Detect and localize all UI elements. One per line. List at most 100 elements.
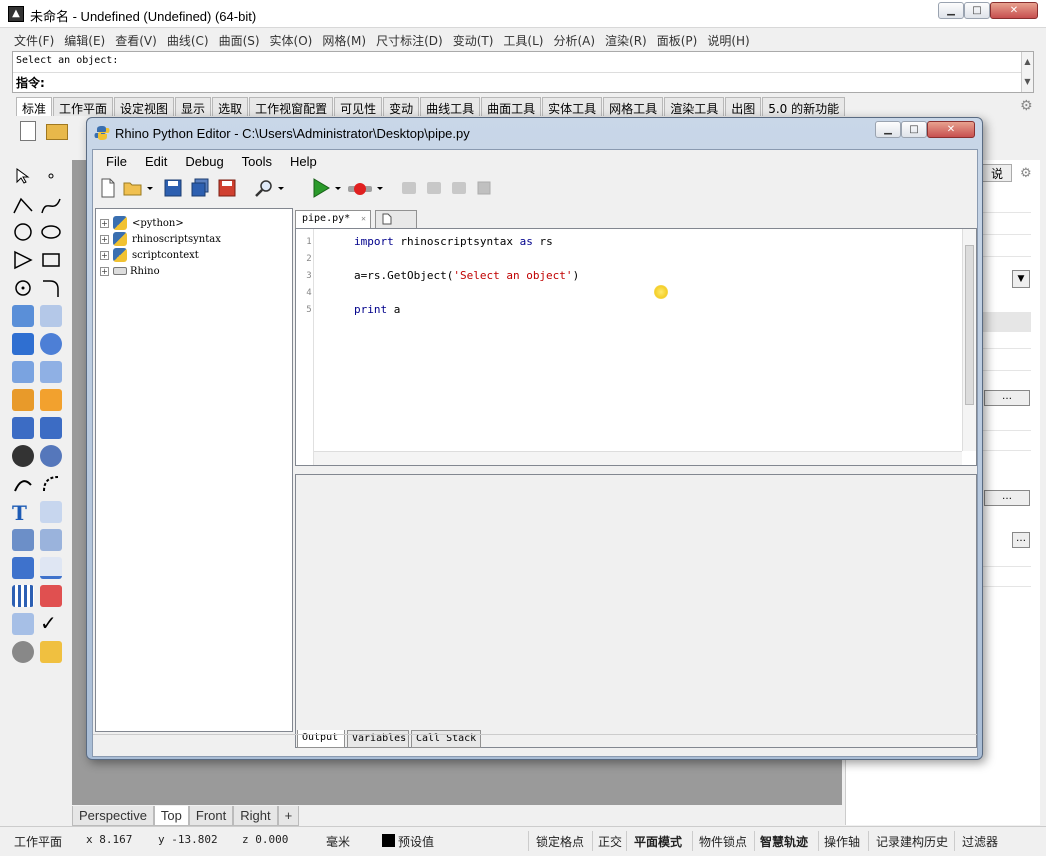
surface-corner-icon[interactable] [12, 305, 34, 327]
viewport-tab-right[interactable]: Right [233, 806, 278, 826]
expand-icon[interactable]: + [100, 234, 109, 244]
tab-solid-tools[interactable]: 实体工具 [542, 97, 603, 116]
tree-item-scriptcontext[interactable]: + scriptcontext [100, 247, 199, 263]
menu-surface[interactable]: 曲面(S) [214, 29, 265, 52]
editor-menu-debug[interactable]: Debug [176, 150, 232, 173]
menu-solid[interactable]: 实体(O) [265, 29, 318, 52]
editor-close-button[interactable]: ✕ [927, 121, 975, 138]
cylinder-solid-icon[interactable] [12, 361, 34, 383]
browse-button[interactable]: … [1012, 532, 1030, 548]
toggle-osnap[interactable]: 物件锁点 [699, 833, 747, 850]
box-solid-icon[interactable] [12, 333, 34, 355]
step-out-icon[interactable] [449, 178, 469, 198]
tab-viewport-layout[interactable]: 工作视窗配置 [249, 97, 334, 116]
history-icon[interactable] [40, 585, 62, 607]
debug-icon[interactable] [347, 178, 373, 198]
toggle-planar[interactable]: 平面模式 [634, 833, 682, 850]
menu-render[interactable]: 渲染(R) [600, 29, 652, 52]
expand-icon[interactable]: + [100, 266, 109, 276]
chevron-down-icon[interactable] [145, 178, 155, 198]
menu-curve[interactable]: 曲线(C) [162, 29, 214, 52]
minimize-button[interactable]: ▁ [938, 2, 964, 19]
explode-icon[interactable] [40, 389, 62, 411]
menu-file[interactable]: 文件(F) [9, 29, 59, 52]
ellipse-icon[interactable] [40, 221, 62, 243]
save-all-icon[interactable] [190, 178, 210, 198]
dimension-icon[interactable] [40, 557, 62, 579]
command-prompt[interactable]: 指令: [16, 74, 45, 91]
array-icon[interactable] [12, 529, 34, 551]
block-icon[interactable] [12, 557, 34, 579]
polyline-icon[interactable] [12, 195, 34, 217]
browse-button[interactable]: … [984, 390, 1030, 406]
save-icon[interactable] [163, 178, 183, 198]
toggle-grid-snap[interactable]: 锁定格点 [536, 833, 584, 850]
editor-menu-edit[interactable]: Edit [136, 150, 176, 173]
run-icon[interactable] [311, 178, 331, 198]
add-viewport-button[interactable]: + [277, 806, 300, 826]
sphere-solid-icon[interactable] [40, 333, 62, 355]
polygon-icon[interactable] [12, 249, 34, 271]
tab-drafting[interactable]: 出图 [725, 97, 762, 116]
status-cplane[interactable]: 工作平面 [14, 833, 62, 850]
open-folder-icon[interactable] [123, 178, 143, 198]
save-as-icon[interactable] [217, 178, 237, 198]
code-editor[interactable]: 1 2 3 4 5 import rhinoscriptsyntax as rs… [295, 228, 977, 466]
panel-gear-icon[interactable]: ⚙ [1020, 166, 1032, 181]
check-icon[interactable]: ✓ [40, 611, 62, 635]
tab-curve-tools[interactable]: 曲线工具 [420, 97, 481, 116]
boolean-union-icon[interactable] [12, 417, 34, 439]
tree-item-rhino[interactable]: + Rhino [100, 263, 160, 279]
gear-icon[interactable]: ⚙ [1020, 98, 1033, 114]
viewport-tab-front[interactable]: Front [188, 806, 234, 826]
command-scrollbar[interactable]: ▲ ▼ [1021, 52, 1033, 92]
toggle-ortho[interactable]: 正交 [598, 833, 622, 850]
arc-icon[interactable] [12, 277, 34, 299]
tab-render-tools[interactable]: 渲染工具 [664, 97, 725, 116]
menu-panels[interactable]: 面板(P) [652, 29, 703, 52]
mirror-icon[interactable] [40, 529, 62, 551]
toggle-smarttrack[interactable]: 智慧轨迹 [760, 833, 808, 850]
menu-help[interactable]: 说明(H) [702, 29, 754, 52]
editor-maximize-button[interactable]: □ [901, 121, 927, 138]
tab-new-in-v5[interactable]: 5.0 的新功能 [762, 97, 846, 116]
panel-tab[interactable]: 说 [982, 164, 1012, 182]
dropdown-arrow-icon[interactable]: ▼ [1012, 270, 1030, 288]
text-tool-icon[interactable]: T [12, 501, 34, 525]
chevron-down-icon[interactable] [276, 178, 286, 198]
close-button[interactable]: ✕ [990, 2, 1038, 19]
status-units[interactable]: 毫米 [326, 833, 350, 850]
extrude-icon[interactable] [12, 613, 34, 635]
open-folder-icon[interactable] [46, 124, 68, 140]
toggle-filter[interactable]: 过滤器 [962, 833, 998, 850]
chevron-down-icon[interactable] [375, 178, 385, 198]
viewport-tab-top[interactable]: Top [153, 806, 189, 826]
tab-mesh-tools[interactable]: 网格工具 [603, 97, 664, 116]
tab-cplanes[interactable]: 工作平面 [53, 97, 114, 116]
toggle-record-history[interactable]: 记录建构历史 [876, 833, 948, 850]
stop-icon[interactable] [474, 178, 494, 198]
close-icon[interactable]: ✕ [361, 214, 366, 223]
tab-select[interactable]: 选取 [212, 97, 249, 116]
paint-icon[interactable] [40, 641, 62, 663]
step-into-icon[interactable] [399, 178, 419, 198]
chevron-down-icon[interactable] [333, 178, 343, 198]
tree-item-rhinoscriptsyntax[interactable]: + rhinoscriptsyntax [100, 231, 221, 247]
menu-transform[interactable]: 变动(T) [448, 29, 499, 52]
editor-menu-file[interactable]: File [97, 150, 136, 173]
gear-tools-icon[interactable] [12, 389, 34, 411]
vertical-scrollbar[interactable] [962, 229, 976, 451]
surface-edge-icon[interactable] [40, 305, 62, 327]
editor-minimize-button[interactable]: ▁ [875, 121, 901, 138]
editor-menu-help[interactable]: Help [281, 150, 326, 173]
scrollbar-thumb[interactable] [965, 245, 974, 405]
menu-analyze[interactable]: 分析(A) [548, 29, 600, 52]
tab-transform[interactable]: 变动 [383, 97, 420, 116]
tab-set-view[interactable]: 设定视图 [114, 97, 175, 116]
new-file-icon[interactable] [98, 178, 118, 198]
tree-item-python[interactable]: + <python> [100, 215, 184, 231]
rotate-icon[interactable] [40, 473, 62, 495]
render-icon[interactable] [12, 641, 34, 663]
expand-icon[interactable]: + [100, 250, 109, 260]
new-document-tab[interactable] [375, 210, 417, 228]
